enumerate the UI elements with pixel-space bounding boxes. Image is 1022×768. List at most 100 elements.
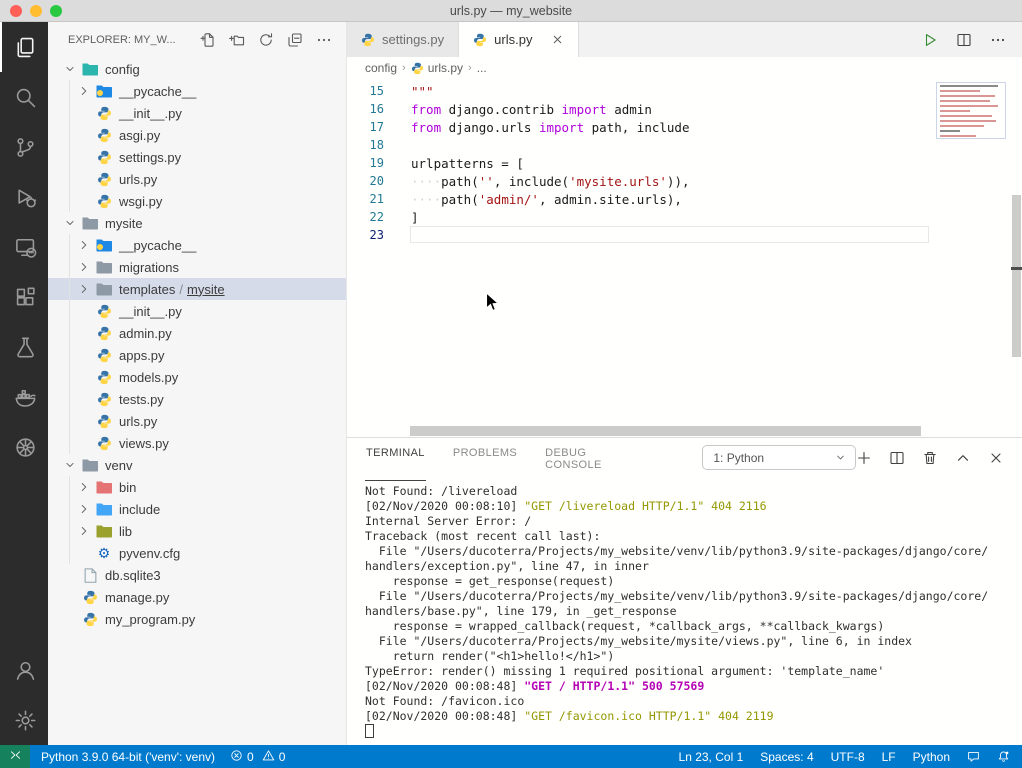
- code-line-17[interactable]: 17from django.urls import path, include: [347, 118, 1022, 136]
- plus-button[interactable]: [856, 450, 872, 466]
- status-utf-8[interactable]: UTF-8: [831, 750, 865, 764]
- more-button[interactable]: [990, 32, 1006, 48]
- zoom-window-button[interactable]: [50, 5, 62, 17]
- run-button[interactable]: [922, 32, 938, 48]
- chevron-down-icon[interactable]: [62, 457, 78, 473]
- status-bar-left: Python 3.9.0 64-bit ('venv': venv) 0 0: [30, 745, 285, 768]
- code-line-18[interactable]: 18: [347, 136, 1022, 154]
- chevron-right-icon[interactable]: [76, 523, 92, 539]
- breadcrumb-item-urls.py[interactable]: urls.py: [411, 61, 463, 75]
- code-editor[interactable]: 15"""16from django.contrib import admin1…: [347, 79, 1022, 437]
- tree-item-db.sqlite3[interactable]: db.sqlite3: [48, 564, 346, 586]
- code-line-15[interactable]: 15""": [347, 82, 1022, 100]
- split-panel-button[interactable]: [889, 450, 905, 466]
- code-line-22[interactable]: 22]: [347, 208, 1022, 226]
- remote-indicator[interactable]: [0, 745, 30, 768]
- collapse-all-button[interactable]: [287, 32, 303, 48]
- horizontal-scrollbar[interactable]: [410, 426, 921, 436]
- tree-item-templates[interactable]: templates/mysite: [48, 278, 346, 300]
- code-line-16[interactable]: 16from django.contrib import admin: [347, 100, 1022, 118]
- panel-tab-debug-console[interactable]: DEBUG CONSOLE: [544, 434, 638, 481]
- tree-item-__init__.py[interactable]: __init__.py: [48, 102, 346, 124]
- activity-item-explorer[interactable]: [0, 22, 48, 72]
- tree-item-my_program.py[interactable]: my_program.py: [48, 608, 346, 630]
- tree-item-urls.py[interactable]: urls.py: [48, 168, 346, 190]
- tree-item-bin[interactable]: bin: [48, 476, 346, 498]
- activity-item-test-beaker[interactable]: [0, 322, 48, 372]
- more-button[interactable]: [316, 32, 332, 48]
- chevron-up-button[interactable]: [955, 450, 971, 466]
- tree-item-__pycache__[interactable]: __pycache__: [48, 80, 346, 102]
- activity-item-search[interactable]: [0, 72, 48, 122]
- activity-item-extensions[interactable]: [0, 272, 48, 322]
- tree-item-manage.py[interactable]: manage.py: [48, 586, 346, 608]
- tree-item-venv[interactable]: venv: [48, 454, 346, 476]
- activity-item-account[interactable]: [0, 645, 48, 695]
- bell-button[interactable]: [997, 750, 1010, 763]
- tree-item-mysite[interactable]: mysite: [48, 212, 346, 234]
- panel-tab-terminal[interactable]: TERMINAL: [365, 434, 426, 481]
- tree-item-asgi.py[interactable]: asgi.py: [48, 124, 346, 146]
- python-interpreter-status[interactable]: Python 3.9.0 64-bit ('venv': venv): [41, 750, 215, 764]
- status-spaces-4[interactable]: Spaces: 4: [760, 750, 813, 764]
- problems-status[interactable]: 0 0: [230, 749, 285, 765]
- activity-item-source-control[interactable]: [0, 122, 48, 172]
- chevron-right-icon[interactable]: [76, 479, 92, 495]
- code-line-20[interactable]: 20····path('', include('mysite.urls')),: [347, 172, 1022, 190]
- tree-item-__pycache__[interactable]: __pycache__: [48, 234, 346, 256]
- code-line-23[interactable]: 23: [347, 226, 1022, 244]
- tree-item-admin.py[interactable]: admin.py: [48, 322, 346, 344]
- tree-item-wsgi.py[interactable]: wsgi.py: [48, 190, 346, 212]
- code-text: from django.contrib import admin: [397, 102, 652, 117]
- tree-item-models.py[interactable]: models.py: [48, 366, 346, 388]
- close-window-button[interactable]: [10, 5, 22, 17]
- vertical-scrollbar[interactable]: [1012, 195, 1021, 357]
- status-lf[interactable]: LF: [882, 750, 896, 764]
- tree-item-apps.py[interactable]: apps.py: [48, 344, 346, 366]
- activity-item-kubernetes[interactable]: [0, 422, 48, 472]
- tree-item-config[interactable]: config: [48, 58, 346, 80]
- feedback-button[interactable]: [967, 750, 980, 763]
- tab-urls.py[interactable]: urls.py: [459, 22, 579, 57]
- activity-item-remote-explorer[interactable]: [0, 222, 48, 272]
- status-python[interactable]: Python: [913, 750, 950, 764]
- activity-item-run-debug[interactable]: [0, 172, 48, 222]
- breadcrumb-item-config[interactable]: config: [365, 61, 397, 75]
- tree-item-migrations[interactable]: migrations: [48, 256, 346, 278]
- panel-tab-problems[interactable]: PROBLEMS: [452, 434, 518, 481]
- tab-settings.py[interactable]: settings.py: [347, 22, 459, 57]
- terminal-output[interactable]: Not Found: /livereload[02/Nov/2020 00:08…: [347, 477, 1022, 745]
- chevron-right-icon[interactable]: [76, 259, 92, 275]
- chevron-right-icon[interactable]: [76, 237, 92, 253]
- refresh-button[interactable]: [258, 32, 274, 48]
- chevron-right-icon[interactable]: [76, 501, 92, 517]
- activity-item-settings-gear[interactable]: [0, 695, 48, 745]
- terminal-select[interactable]: 1: Python: [702, 445, 856, 470]
- tree-item-urls.py[interactable]: urls.py: [48, 410, 346, 432]
- minimize-window-button[interactable]: [30, 5, 42, 17]
- tree-item-pyvenv.cfg[interactable]: ⚙pyvenv.cfg: [48, 542, 346, 564]
- close-icon[interactable]: [551, 33, 564, 46]
- terminal-line: return render("<h1>hello!</h1>"): [365, 649, 1022, 664]
- tree-item-views.py[interactable]: views.py: [48, 432, 346, 454]
- activity-item-docker[interactable]: [0, 372, 48, 422]
- chevron-right-icon[interactable]: [76, 281, 92, 297]
- close-button[interactable]: [988, 450, 1004, 466]
- chevron-down-icon[interactable]: [62, 215, 78, 231]
- new-folder-button[interactable]: [229, 32, 245, 48]
- tree-item-settings.py[interactable]: settings.py: [48, 146, 346, 168]
- new-file-button[interactable]: [200, 32, 216, 48]
- tree-item-__init__.py[interactable]: __init__.py: [48, 300, 346, 322]
- split-editor-button[interactable]: [956, 32, 972, 48]
- tree-item-tests.py[interactable]: tests.py: [48, 388, 346, 410]
- code-line-19[interactable]: 19urlpatterns = [: [347, 154, 1022, 172]
- tree-item-include[interactable]: include: [48, 498, 346, 520]
- status-ln-23-col-1[interactable]: Ln 23, Col 1: [679, 750, 744, 764]
- chevron-down-icon[interactable]: [62, 61, 78, 77]
- tree-item-lib[interactable]: lib: [48, 520, 346, 542]
- trash-button[interactable]: [922, 450, 938, 466]
- breadcrumb-item-...[interactable]: ...: [477, 61, 487, 75]
- minimap[interactable]: [936, 82, 1006, 139]
- chevron-right-icon[interactable]: [76, 83, 92, 99]
- code-line-21[interactable]: 21····path('admin/', admin.site.urls),: [347, 190, 1022, 208]
